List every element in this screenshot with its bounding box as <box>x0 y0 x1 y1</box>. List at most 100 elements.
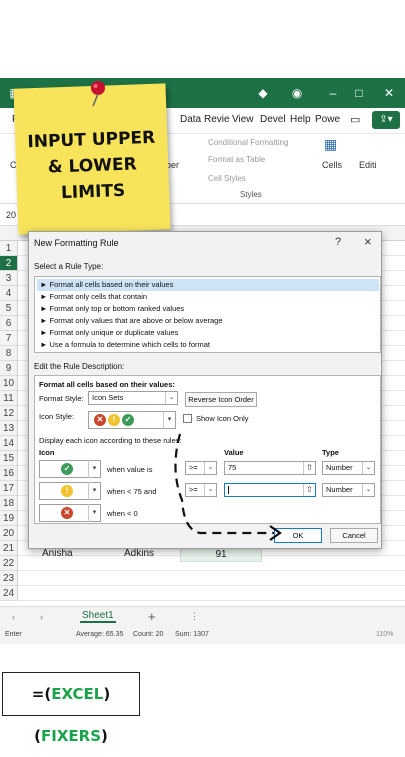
close-icon[interactable]: × <box>364 234 372 249</box>
more-sheets-icon[interactable]: ⋮ <box>190 611 199 622</box>
row-header[interactable]: 18 <box>0 496 18 511</box>
status-zoom[interactable]: 110% <box>376 631 393 638</box>
row-header[interactable]: 4 <box>0 286 18 301</box>
chevron-down-icon: ⌄ <box>362 484 374 496</box>
row-header[interactable]: 15 <box>0 451 18 466</box>
cells-button[interactable]: Cells <box>322 160 342 170</box>
green-check-icon: ✓ <box>61 463 73 475</box>
rule1-condition: when value is <box>107 465 153 474</box>
share-button[interactable]: ⇪▾ <box>372 111 400 129</box>
tab-power[interactable]: Powe <box>315 114 340 125</box>
green-check-icon: ✓ <box>122 414 134 426</box>
account-icon[interactable]: ◉ <box>290 86 304 100</box>
icon-style-select[interactable]: ✕ ! ✓ ▾ <box>88 411 176 429</box>
name-box[interactable]: 20 <box>6 210 16 220</box>
row-header[interactable]: 10 <box>0 376 18 391</box>
rule-type-item[interactable]: ► Format all cells based on their values <box>37 279 379 291</box>
cell-styles-button[interactable]: Cell Styles <box>208 174 246 183</box>
top-blank-area <box>0 0 405 78</box>
cell-value[interactable]: 91 <box>180 547 262 562</box>
rule1-icon-select[interactable]: ✓ ▾ <box>39 460 101 478</box>
status-mode: Enter <box>5 631 22 638</box>
sheet-tab-sheet1[interactable]: Sheet1 <box>80 610 116 623</box>
tab-help[interactable]: Help <box>290 114 311 125</box>
row-header[interactable]: 6 <box>0 316 18 331</box>
tab-view[interactable]: View <box>232 114 254 125</box>
cancel-button[interactable]: Cancel <box>330 528 378 543</box>
format-as-table-button[interactable]: Format as Table <box>208 155 265 164</box>
row-cells[interactable] <box>18 571 405 586</box>
row-header[interactable]: 11 <box>0 391 18 406</box>
note-line-2: & LOWER <box>47 154 138 178</box>
row-header[interactable]: 3 <box>0 271 18 286</box>
range-select-icon[interactable]: ⇧ <box>303 484 315 496</box>
maximize-icon[interactable]: □ <box>352 86 366 100</box>
format-style-value: Icon Sets <box>92 393 124 402</box>
logo-excel: EXCEL <box>51 685 104 703</box>
row-header[interactable]: 5 <box>0 301 18 316</box>
add-sheet-button[interactable]: + <box>148 609 156 624</box>
help-icon[interactable]: ? <box>335 236 341 248</box>
row-header[interactable]: 14 <box>0 436 18 451</box>
annotation-dashed-arrow <box>174 433 282 541</box>
row-header[interactable]: 9 <box>0 361 18 376</box>
row-header[interactable]: 16 <box>0 466 18 481</box>
next-sheet-icon[interactable]: › <box>40 612 43 622</box>
row-header[interactable]: 13 <box>0 421 18 436</box>
row-header[interactable]: 22 <box>0 556 18 571</box>
status-average: Average: 65.35 <box>76 631 124 638</box>
yellow-exclamation-icon: ! <box>61 485 73 497</box>
chevron-down-icon: ▾ <box>88 482 100 500</box>
row-header[interactable]: 19 <box>0 511 18 526</box>
rule2-icon-select[interactable]: ! ▾ <box>39 482 101 500</box>
tab-data[interactable]: Data <box>180 114 201 125</box>
rule-type-item[interactable]: ► Use a formula to determine which cells… <box>37 339 379 351</box>
dialog-title: New Formatting Rule <box>34 238 119 248</box>
note-line-1: INPUT UPPER <box>27 127 156 153</box>
row-header[interactable]: 21 <box>0 541 18 556</box>
chevron-down-icon: ▾ <box>163 411 175 429</box>
close-window-icon[interactable]: ✕ <box>382 86 396 100</box>
row-header[interactable]: 23 <box>0 571 18 586</box>
row-header[interactable]: 2 <box>0 256 18 271</box>
diamond-icon[interactable]: ◆ <box>256 86 270 100</box>
minimize-icon[interactable]: – <box>326 86 340 100</box>
red-x-icon: ✕ <box>94 414 106 426</box>
cell-first-name[interactable]: Anisha <box>42 548 73 559</box>
format-style-select[interactable]: Icon Sets ⌄ <box>88 391 178 405</box>
row-cells[interactable] <box>18 586 405 601</box>
rule2-condition: when < 75 and <box>107 487 157 496</box>
rule-type-item[interactable]: ► Format only cells that contain <box>37 291 379 303</box>
red-x-icon: ✕ <box>61 507 73 519</box>
range-select-icon[interactable]: ⇧ <box>303 462 315 474</box>
show-icon-only-checkbox[interactable] <box>183 414 192 423</box>
tab-review[interactable]: Revie <box>204 114 230 125</box>
rule2-type: Number <box>326 485 353 494</box>
row-header[interactable]: 7 <box>0 331 18 346</box>
row-header[interactable]: 8 <box>0 346 18 361</box>
rule3-condition: when < 0 <box>107 509 138 518</box>
rule-type-item[interactable]: ► Format only values that are above or b… <box>37 315 379 327</box>
select-rule-type-label: Select a Rule Type: <box>34 262 104 271</box>
prev-sheet-icon[interactable]: ‹ <box>12 612 15 622</box>
rule3-icon-select[interactable]: ✕ ▾ <box>39 504 101 522</box>
reverse-icon-order-button[interactable]: Reverse Icon Order <box>185 392 257 407</box>
row-header[interactable]: 24 <box>0 586 18 601</box>
comment-icon[interactable]: ▭ <box>350 113 360 126</box>
data-row-22[interactable]: Anisha Adkins 91 <box>18 547 263 562</box>
cell-last-name[interactable]: Adkins <box>124 548 154 559</box>
logo-prefix: =( <box>31 685 52 703</box>
conditional-formatting-button[interactable]: Conditional Formatting <box>208 138 288 147</box>
row-header[interactable]: 12 <box>0 406 18 421</box>
rule-type-item[interactable]: ► Format only top or bottom ranked value… <box>37 303 379 315</box>
editing-button[interactable]: Editi <box>359 160 377 170</box>
sheet-tab-bar: ‹ › Sheet1 + ⋮ <box>0 606 405 628</box>
row-header[interactable]: 20 <box>0 526 18 541</box>
rule-type-item[interactable]: ► Format only unique or duplicate values <box>37 327 379 339</box>
row-header[interactable]: 17 <box>0 481 18 496</box>
row-header[interactable]: 1 <box>0 241 18 256</box>
tab-developer[interactable]: Devel <box>260 114 286 125</box>
logo-suffix: ) <box>101 727 108 745</box>
rule2-type-select[interactable]: Number ⌄ <box>322 483 375 497</box>
rule1-type-select[interactable]: Number ⌄ <box>322 461 375 475</box>
